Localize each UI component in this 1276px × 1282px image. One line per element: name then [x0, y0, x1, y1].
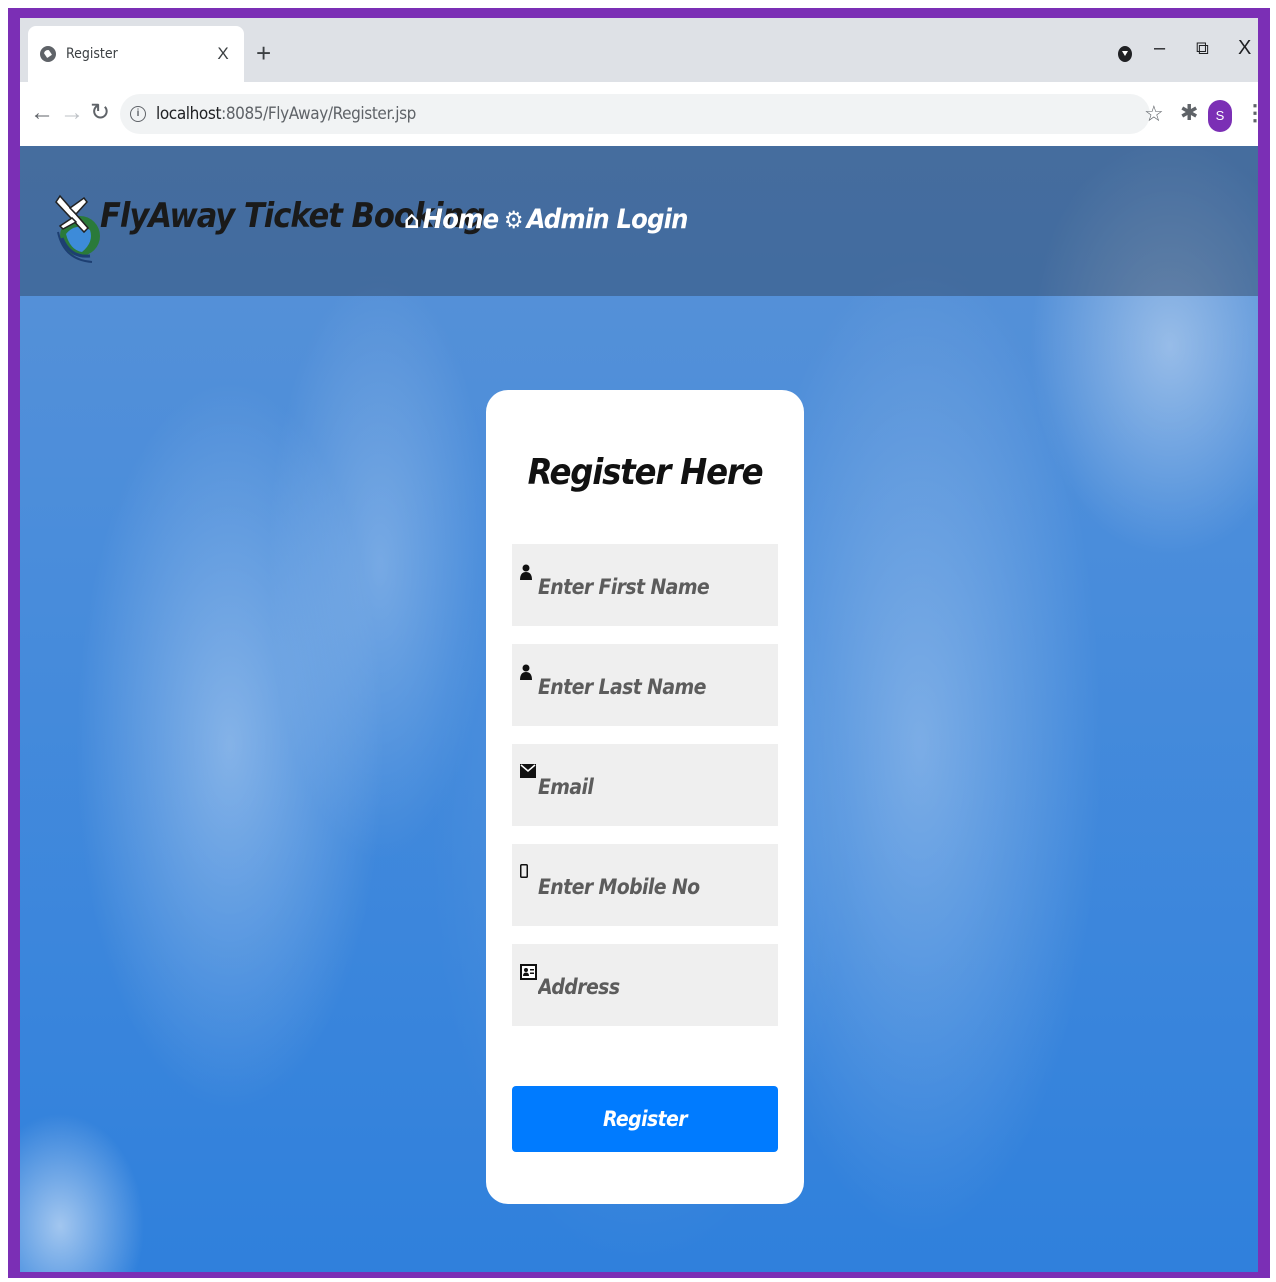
user-icon — [520, 564, 532, 585]
url-text: localhost:8085/FlyAway/Register.jsp — [156, 104, 416, 124]
mobile-input[interactable] — [538, 870, 768, 904]
new-tab-button[interactable]: + — [256, 40, 271, 66]
mobile-field — [512, 844, 778, 926]
nav-admin-login-label: Admin Login — [526, 204, 689, 235]
tab-title: Register — [66, 46, 118, 62]
page-viewport: FlyAway Ticket Booking ⌂ Home ⚙ Admin Lo… — [20, 146, 1258, 1272]
address-card-icon — [520, 964, 537, 985]
register-button[interactable]: Register — [512, 1086, 778, 1152]
home-icon: ⌂ — [404, 205, 419, 234]
tab-close-icon[interactable]: X — [214, 44, 232, 64]
close-window-button[interactable]: X — [1238, 36, 1251, 60]
nav-home-label: Home — [422, 204, 499, 235]
email-input[interactable] — [538, 770, 768, 804]
url-path: :8085/FlyAway/Register.jsp — [221, 104, 416, 124]
address-field — [512, 944, 778, 1026]
browser-tab-strip: Register X + – ⧉ X — [20, 18, 1258, 82]
first-name-field — [512, 544, 778, 626]
nav-link-home[interactable]: ⌂ Home — [404, 204, 499, 235]
menu-icon[interactable]: ⋮ — [1244, 98, 1258, 128]
first-name-input[interactable] — [538, 570, 768, 604]
register-card: Register Here Enter First Name Enter Las… — [486, 390, 804, 1204]
page-title: Register Here — [527, 452, 764, 493]
mobile-icon — [520, 864, 528, 883]
email-field — [512, 744, 778, 826]
extensions-icon[interactable]: ✱ — [1180, 100, 1198, 126]
profile-avatar[interactable]: S — [1208, 100, 1232, 132]
info-icon[interactable]: i — [130, 106, 146, 122]
back-arrow-icon[interactable]: ← — [30, 100, 54, 126]
url-host: localhost — [156, 104, 222, 124]
envelope-icon — [520, 764, 536, 783]
screenshot-frame: Register X + – ⧉ X ← → ↻ i localhost:808… — [8, 8, 1270, 1278]
last-name-field — [512, 644, 778, 726]
user-icon — [520, 664, 532, 685]
browser-toolbar: ← → ↻ i localhost:8085/FlyAway/Register.… — [20, 82, 1258, 146]
gear-icon: ⚙ — [504, 205, 523, 234]
site-navbar: FlyAway Ticket Booking ⌂ Home ⚙ Admin Lo… — [20, 146, 1258, 296]
browser-tab-register[interactable]: Register X — [28, 26, 244, 82]
star-icon[interactable]: ☆ — [1144, 102, 1164, 126]
last-name-input[interactable] — [538, 670, 768, 704]
restore-button[interactable]: ⧉ — [1196, 36, 1209, 60]
minimize-button[interactable]: – — [1154, 36, 1165, 60]
address-bar[interactable]: i localhost:8085/FlyAway/Register.jsp — [120, 94, 1150, 134]
nav-link-admin-login[interactable]: ⚙ Admin Login — [504, 204, 688, 235]
address-input[interactable] — [538, 970, 768, 1004]
globe-icon — [40, 46, 56, 62]
reload-icon[interactable]: ↻ — [90, 100, 110, 126]
media-control-icon[interactable] — [1118, 46, 1132, 62]
forward-arrow-icon[interactable]: → — [60, 100, 84, 126]
airplane-globe-logo[interactable] — [50, 176, 104, 266]
